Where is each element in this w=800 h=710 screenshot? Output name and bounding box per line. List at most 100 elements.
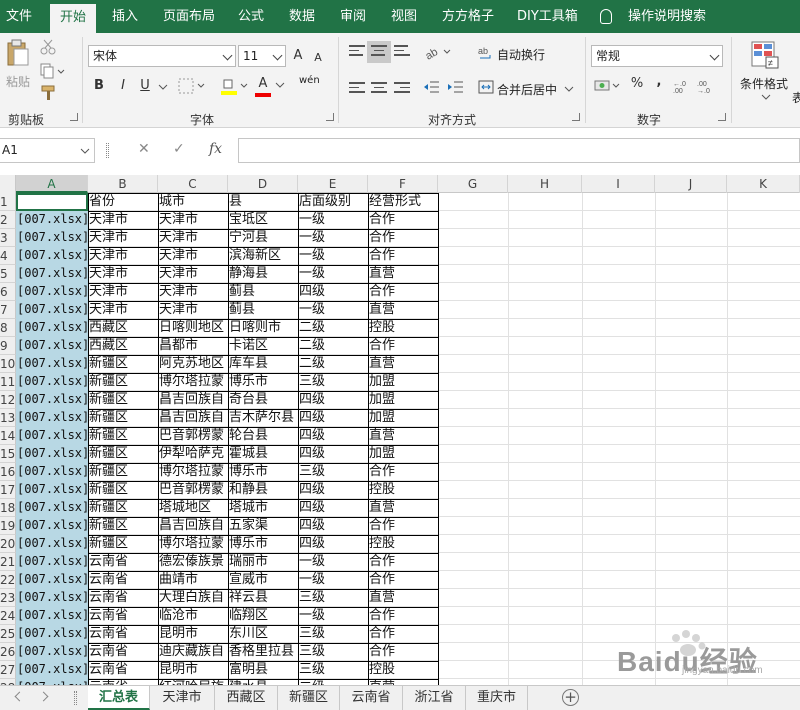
sheet-tab-xinjiang[interactable]: 新疆区 xyxy=(278,686,340,710)
table-cell[interactable]: 四级 xyxy=(298,517,368,535)
table-cell[interactable]: 瑞丽市 xyxy=(228,553,298,571)
table-cell[interactable]: 塔城市 xyxy=(228,499,298,517)
table-cell[interactable]: 和静县 xyxy=(228,481,298,499)
row-header[interactable]: 5 xyxy=(0,265,16,283)
table-cell[interactable]: 宣威市 xyxy=(228,571,298,589)
table-cell[interactable]: 伊犁哈萨克 xyxy=(158,445,228,463)
confirm-icon[interactable]: ✓ xyxy=(173,141,185,157)
table-cell[interactable]: 控股 xyxy=(368,481,438,499)
comma-button[interactable]: , xyxy=(652,71,666,93)
row-header[interactable]: 17 xyxy=(0,481,16,499)
cancel-icon[interactable]: ✕ xyxy=(138,141,150,157)
row-header[interactable]: 22 xyxy=(0,571,16,589)
formula-bar-grip[interactable] xyxy=(106,143,109,158)
table-cell[interactable]: 新疆区 xyxy=(88,535,158,553)
header-cell[interactable]: 城市 xyxy=(158,193,228,211)
cell-source-file[interactable]: [007.xlsx] xyxy=(16,355,88,373)
next-sheet-icon[interactable] xyxy=(38,691,49,702)
row-header[interactable]: 25 xyxy=(0,625,16,643)
table-cell[interactable]: 合作 xyxy=(368,553,438,571)
table-cell[interactable]: 昆明市 xyxy=(158,625,228,643)
table-cell[interactable]: 合作 xyxy=(368,607,438,625)
font-name-select[interactable]: 宋体 xyxy=(88,45,236,67)
prev-sheet-icon[interactable] xyxy=(14,691,25,702)
table-cell[interactable]: 合作 xyxy=(368,247,438,265)
table-cell[interactable]: 新疆区 xyxy=(88,517,158,535)
table-cell[interactable]: 蓟县 xyxy=(228,301,298,319)
row-header[interactable]: 8 xyxy=(0,319,16,337)
table-cell[interactable]: 直营 xyxy=(368,355,438,373)
cell-source-file[interactable]: [007.xlsx] xyxy=(16,391,88,409)
table-cell[interactable]: 德宏傣族景 xyxy=(158,553,228,571)
cell-source-file[interactable]: [007.xlsx] xyxy=(16,625,88,643)
table-cell[interactable]: 四级 xyxy=(298,445,368,463)
table-cell[interactable]: 天津市 xyxy=(88,247,158,265)
sheet-tab-xizang[interactable]: 西藏区 xyxy=(215,686,278,710)
table-cell[interactable]: 三级 xyxy=(298,643,368,661)
table-cell[interactable]: 合作 xyxy=(368,643,438,661)
row-header[interactable]: 10 xyxy=(0,355,16,373)
table-cell[interactable]: 一级 xyxy=(298,229,368,247)
chevron-down-icon[interactable] xyxy=(80,147,90,155)
row-header[interactable]: 11 xyxy=(0,373,16,391)
table-cell[interactable]: 滨海新区 xyxy=(228,247,298,265)
table-cell[interactable]: 巴音郭楞蒙 xyxy=(158,481,228,499)
table-cell[interactable]: 博乐市 xyxy=(228,535,298,553)
table-cell[interactable]: 奇台县 xyxy=(228,391,298,409)
table-cell[interactable]: 天津市 xyxy=(88,229,158,247)
table-cell[interactable]: 东川区 xyxy=(228,625,298,643)
column-header-a[interactable]: A xyxy=(16,175,88,193)
table-cell[interactable]: 吉木萨尔县 xyxy=(228,409,298,427)
table-cell[interactable]: 云南省 xyxy=(88,553,158,571)
cell-source-file[interactable]: [007.xlsx] xyxy=(16,301,88,319)
table-cell[interactable]: 四级 xyxy=(298,391,368,409)
table-cell[interactable]: 二级 xyxy=(298,319,368,337)
table-cell[interactable]: 博尔塔拉蒙 xyxy=(158,373,228,391)
table-cell[interactable]: 巴音郭楞蒙 xyxy=(158,427,228,445)
column-header-f[interactable]: F xyxy=(368,175,438,193)
add-sheet-icon[interactable]: + xyxy=(562,689,579,706)
chevron-down-icon[interactable] xyxy=(158,83,168,91)
row-header[interactable]: 20 xyxy=(0,535,16,553)
row-header[interactable]: 23 xyxy=(0,589,16,607)
wrap-text-button[interactable]: 自动换行 xyxy=(497,46,545,63)
row-header[interactable]: 21 xyxy=(0,553,16,571)
column-header-e[interactable]: E xyxy=(298,175,368,193)
table-cell[interactable]: 香格里拉县 xyxy=(228,643,298,661)
table-cell[interactable]: 合作 xyxy=(368,229,438,247)
shrink-font-button[interactable]: A xyxy=(311,47,325,69)
table-cell[interactable]: 天津市 xyxy=(158,229,228,247)
increase-indent-icon[interactable] xyxy=(446,79,464,95)
conditional-format-icon[interactable]: ≠ xyxy=(750,40,782,70)
conditional-format-button[interactable]: 条件格式 xyxy=(740,75,788,92)
row-header[interactable]: 27 xyxy=(0,661,16,679)
header-cell[interactable]: 县 xyxy=(228,193,298,211)
table-cell[interactable]: 天津市 xyxy=(158,265,228,283)
italic-button[interactable]: I xyxy=(115,75,131,97)
table-cell[interactable]: 静海县 xyxy=(228,265,298,283)
table-cell[interactable]: 云南省 xyxy=(88,607,158,625)
table-cell[interactable]: 四级 xyxy=(298,427,368,445)
table-cell[interactable]: 新疆区 xyxy=(88,445,158,463)
paste-button[interactable]: 粘贴 xyxy=(6,73,30,90)
table-cell[interactable]: 塔城地区 xyxy=(158,499,228,517)
table-cell[interactable]: 祥云县 xyxy=(228,589,298,607)
merge-icon[interactable] xyxy=(478,80,494,94)
table-cell[interactable]: 蓟县 xyxy=(228,283,298,301)
table-cell[interactable]: 一级 xyxy=(298,607,368,625)
table-cell[interactable]: 天津市 xyxy=(158,301,228,319)
copy-icon[interactable] xyxy=(40,63,66,79)
table-cell[interactable]: 合作 xyxy=(368,211,438,229)
table-cell[interactable]: 三级 xyxy=(298,661,368,679)
table-cell[interactable]: 博乐市 xyxy=(228,373,298,391)
tell-me-search[interactable]: 操作说明搜索 xyxy=(628,0,706,33)
table-cell[interactable]: 新疆区 xyxy=(88,391,158,409)
header-cell[interactable]: 经营形式 xyxy=(368,193,438,211)
table-cell[interactable]: 一级 xyxy=(298,265,368,283)
cell-source-file[interactable]: [007.xlsx] xyxy=(16,265,88,283)
table-cell[interactable]: 天津市 xyxy=(88,211,158,229)
table-cell[interactable]: 博乐市 xyxy=(228,463,298,481)
table-cell[interactable]: 一级 xyxy=(298,301,368,319)
table-cell[interactable]: 加盟 xyxy=(368,391,438,409)
cell-source-file[interactable]: [007.xlsx] xyxy=(16,337,88,355)
